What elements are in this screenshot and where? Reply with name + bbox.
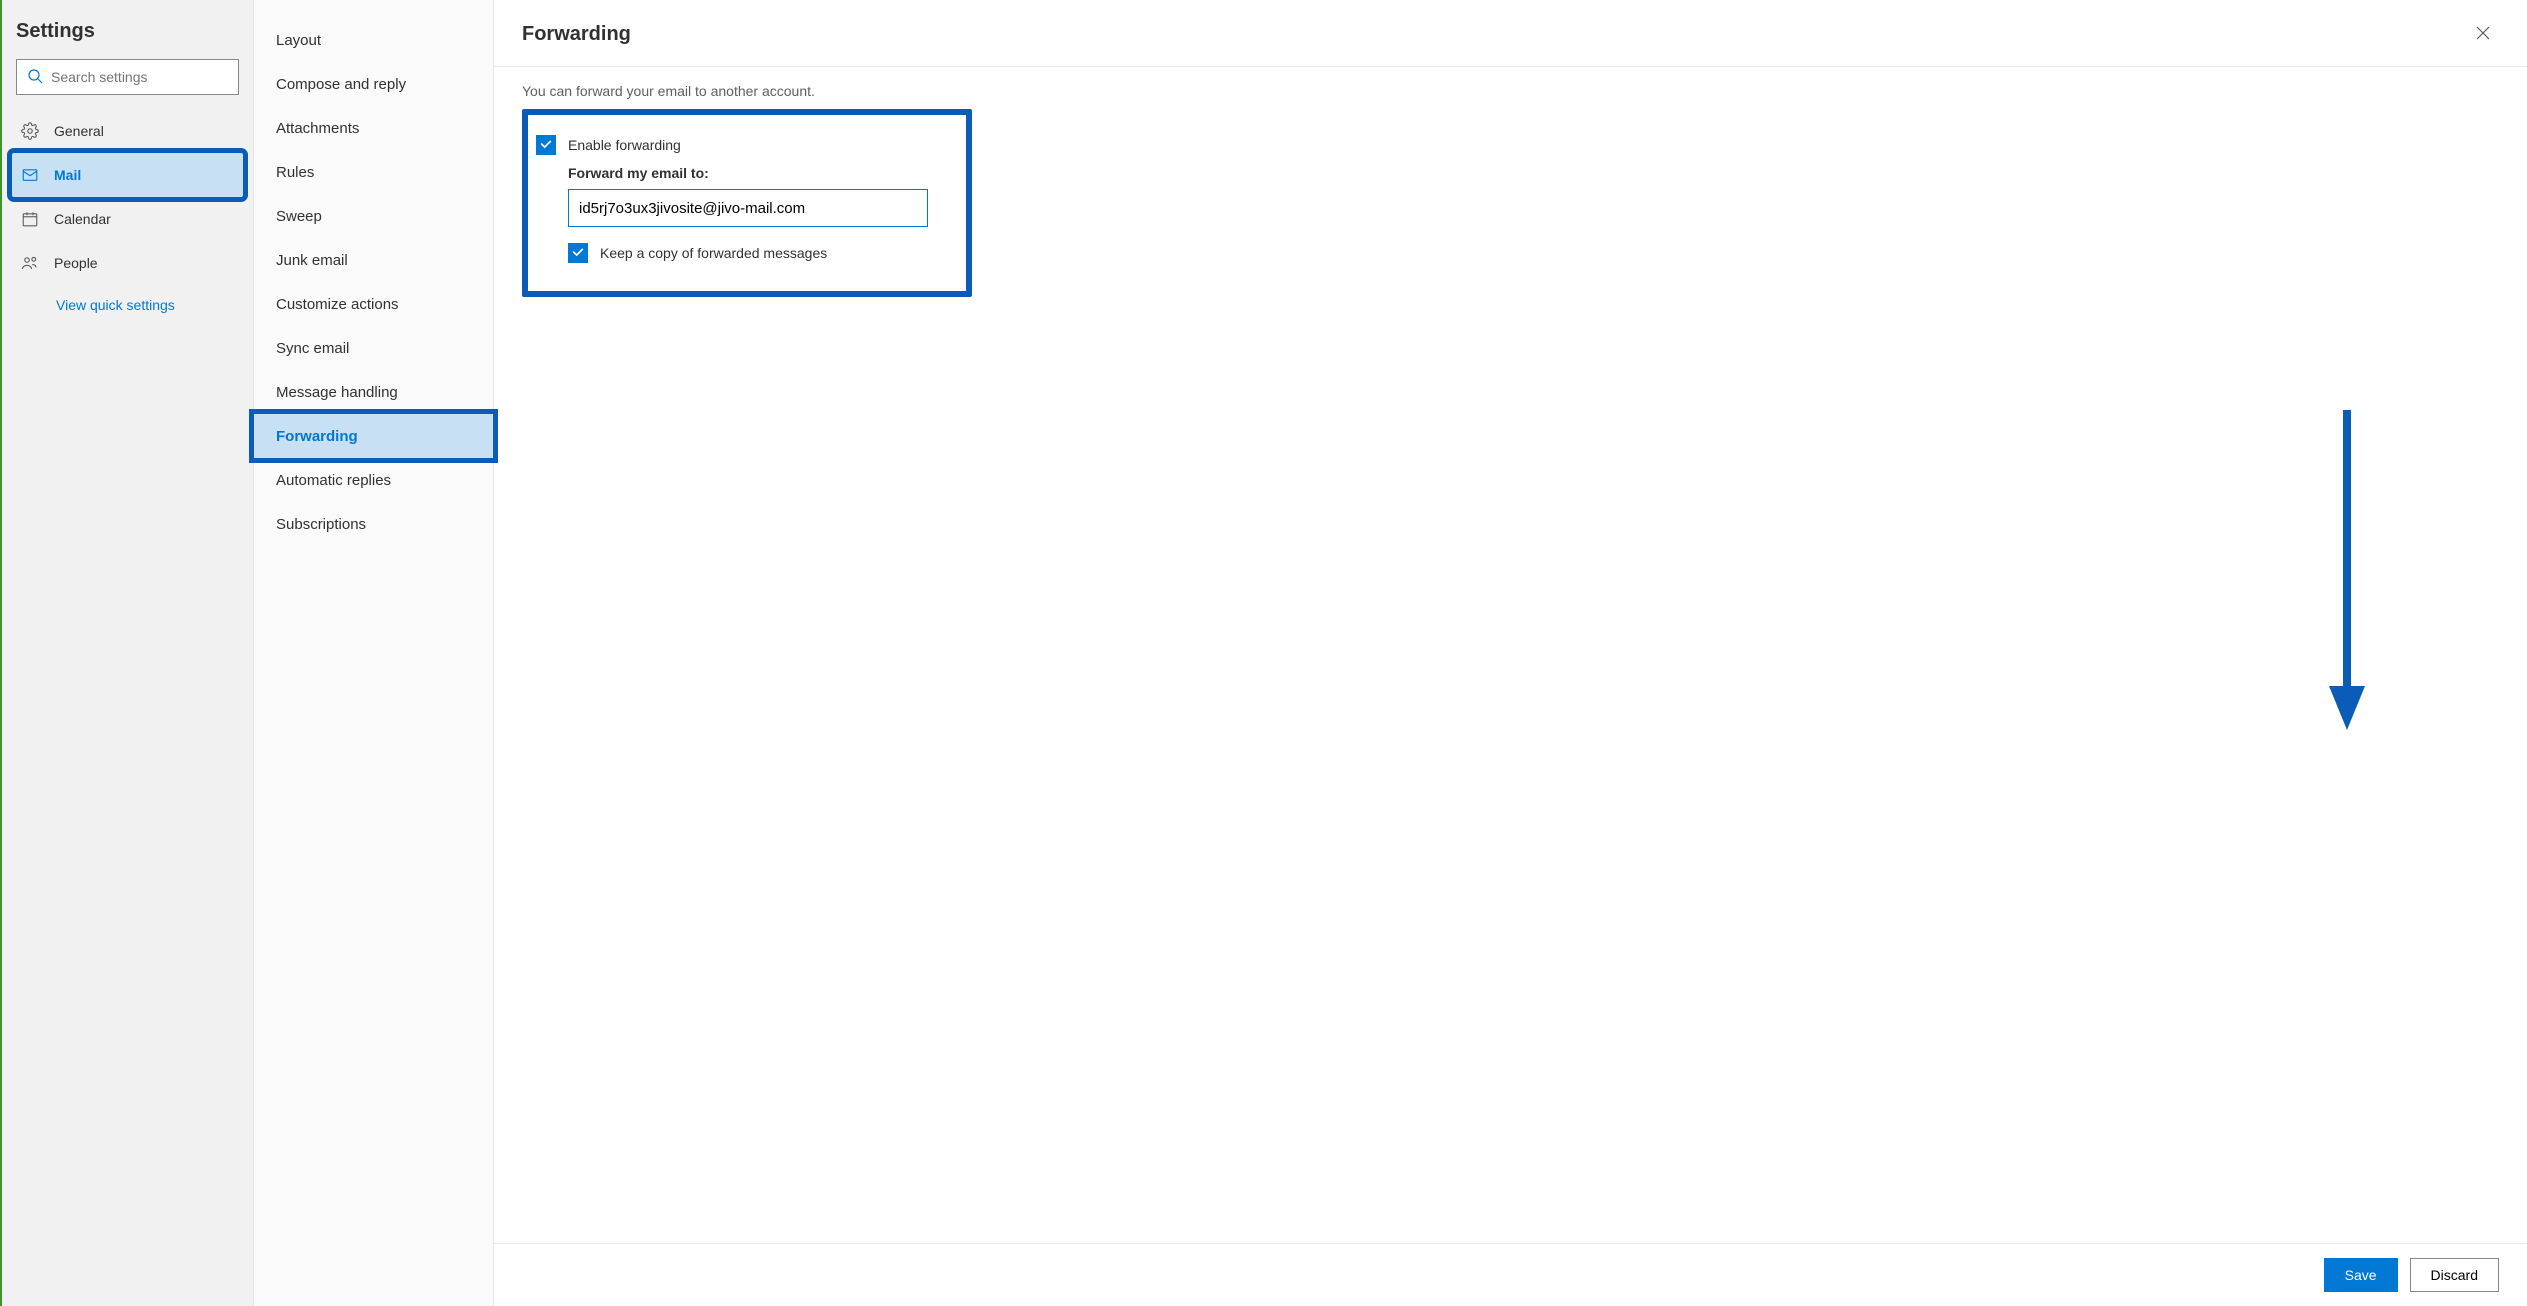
sub-message-handling[interactable]: Message handling xyxy=(254,370,493,414)
calendar-icon xyxy=(20,210,40,228)
settings-title: Settings xyxy=(12,12,243,59)
sub-forwarding[interactable]: Forwarding xyxy=(254,414,493,458)
forward-to-input[interactable] xyxy=(568,189,928,227)
sub-compose-reply[interactable]: Compose and reply xyxy=(254,62,493,106)
check-icon xyxy=(539,137,553,154)
category-people[interactable]: People xyxy=(12,241,243,285)
settings-subcategory-column: Layout Compose and reply Attachments Rul… xyxy=(254,0,494,1306)
check-icon xyxy=(571,245,585,262)
sub-layout[interactable]: Layout xyxy=(254,18,493,62)
enable-forwarding-checkbox[interactable] xyxy=(536,135,556,155)
sub-attachments[interactable]: Attachments xyxy=(254,106,493,150)
save-button[interactable]: Save xyxy=(2324,1258,2398,1292)
keep-copy-label: Keep a copy of forwarded messages xyxy=(600,245,827,261)
sub-rules[interactable]: Rules xyxy=(254,150,493,194)
main-body: You can forward your email to another ac… xyxy=(494,67,2527,1243)
forwarding-intro: You can forward your email to another ac… xyxy=(522,83,2499,99)
category-label: Calendar xyxy=(54,211,111,227)
category-general[interactable]: General xyxy=(12,109,243,153)
sub-sync-email[interactable]: Sync email xyxy=(254,326,493,370)
search-settings-wrap[interactable] xyxy=(16,59,239,95)
settings-main-pane: Forwarding You can forward your email to… xyxy=(494,0,2527,1306)
close-button[interactable] xyxy=(2467,18,2499,50)
sub-junk-email[interactable]: Junk email xyxy=(254,238,493,282)
category-label: General xyxy=(54,123,104,139)
category-mail[interactable]: Mail xyxy=(12,153,243,197)
discard-button[interactable]: Discard xyxy=(2410,1258,2499,1292)
forward-to-label: Forward my email to: xyxy=(568,165,944,181)
category-label: People xyxy=(54,255,98,271)
category-calendar[interactable]: Calendar xyxy=(12,197,243,241)
gear-icon xyxy=(20,122,40,140)
sub-subscriptions[interactable]: Subscriptions xyxy=(254,502,493,546)
main-header: Forwarding xyxy=(494,0,2527,67)
sub-customize-actions[interactable]: Customize actions xyxy=(254,282,493,326)
keep-copy-checkbox[interactable] xyxy=(568,243,588,263)
people-icon xyxy=(20,254,40,272)
mail-icon xyxy=(20,166,40,184)
close-icon xyxy=(2475,25,2491,44)
search-settings-input[interactable] xyxy=(51,69,232,85)
forwarding-highlight-block: Enable forwarding Forward my email to: K… xyxy=(522,109,972,297)
view-quick-settings-link[interactable]: View quick settings xyxy=(12,285,243,313)
enable-forwarding-label: Enable forwarding xyxy=(568,137,681,153)
sub-automatic-replies[interactable]: Automatic replies xyxy=(254,458,493,502)
search-icon xyxy=(27,68,43,87)
category-label: Mail xyxy=(54,167,81,183)
sub-sweep[interactable]: Sweep xyxy=(254,194,493,238)
settings-category-column: Settings General Mail Calendar xyxy=(0,0,254,1306)
main-heading: Forwarding xyxy=(522,23,631,46)
main-footer: Save Discard xyxy=(494,1243,2527,1306)
